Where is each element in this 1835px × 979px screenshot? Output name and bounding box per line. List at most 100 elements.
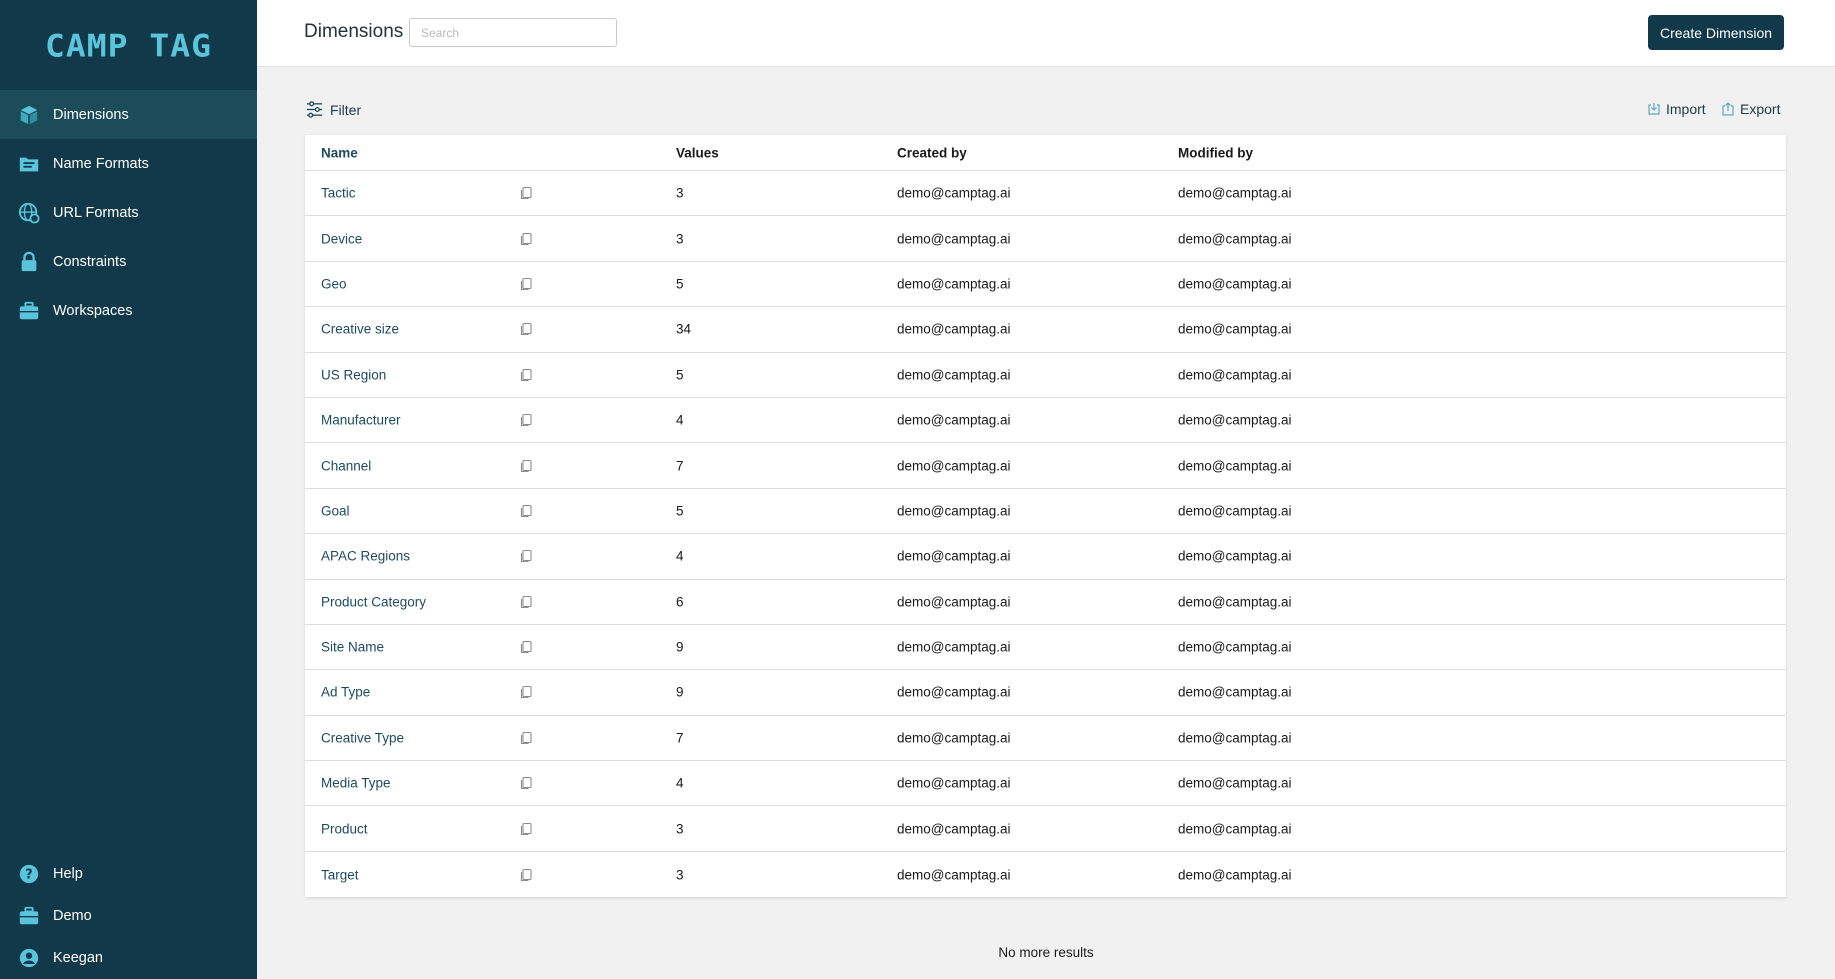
created-by: demo@camptag.ai [897, 503, 1011, 519]
copy-icon[interactable] [519, 549, 533, 563]
created-by: demo@camptag.ai [897, 412, 1011, 428]
dimension-name-link[interactable]: Media Type [321, 776, 391, 791]
copy-icon[interactable] [519, 822, 533, 836]
copy-icon[interactable] [519, 504, 533, 518]
dimension-name-link[interactable]: Creative Type [321, 730, 404, 745]
import-button[interactable]: Import [1647, 101, 1706, 117]
dimension-name-link[interactable]: Ad Type [321, 685, 370, 700]
export-button[interactable]: Export [1721, 101, 1780, 117]
values-count: 4 [676, 548, 684, 564]
sidebar-item-workspaces[interactable]: Workspaces [0, 286, 257, 335]
filter-button[interactable]: Filter [306, 101, 361, 118]
created-by: demo@camptag.ai [897, 276, 1011, 292]
sidebar: CAMP TAG Dimensions Name Formats URL For… [0, 0, 257, 979]
copy-icon[interactable] [519, 277, 533, 291]
dimension-name-link[interactable]: Site Name [321, 640, 384, 655]
copy-icon[interactable] [519, 459, 533, 473]
dimension-name-link[interactable]: Geo [321, 276, 347, 291]
create-dimension-button[interactable]: Create Dimension [1648, 15, 1784, 50]
table-row[interactable]: Channel 7 demo@camptag.ai demo@camptag.ai [305, 443, 1786, 489]
created-by: demo@camptag.ai [897, 231, 1011, 247]
dimension-name-link[interactable]: Goal [321, 503, 350, 518]
table-row[interactable]: Creative Type 7 demo@camptag.ai demo@campta… [305, 716, 1786, 762]
top-header: Dimensions Create Dimension [257, 0, 1835, 67]
folder-icon [17, 152, 41, 176]
created-by: demo@camptag.ai [897, 730, 1011, 746]
copy-icon[interactable] [519, 731, 533, 745]
dimension-name-link[interactable]: Creative size [321, 322, 399, 337]
column-header-modified-by[interactable]: Modified by [1178, 145, 1253, 160]
modified-by: demo@camptag.ai [1178, 548, 1292, 564]
copy-icon[interactable] [519, 776, 533, 790]
dimension-name-link[interactable]: Product [321, 821, 368, 836]
sidebar-item-dimensions[interactable]: Dimensions [0, 90, 257, 139]
copy-icon[interactable] [519, 640, 533, 654]
sidebar-item-label: Dimensions [53, 106, 129, 123]
copy-icon[interactable] [519, 685, 533, 699]
filter-label: Filter [330, 101, 362, 118]
table-row[interactable]: Ad Type 9 demo@camptag.ai demo@camptag.ai [305, 670, 1786, 716]
copy-icon[interactable] [519, 232, 533, 246]
table-row[interactable]: Media Type 4 demo@camptag.ai demo@camptag.a… [305, 761, 1786, 807]
search-input[interactable] [409, 18, 617, 47]
page-title: Dimensions [304, 21, 404, 42]
copy-icon[interactable] [519, 322, 533, 336]
sidebar-item-help[interactable]: ? Help [0, 853, 257, 895]
dimension-name-link[interactable]: Product Category [321, 594, 426, 609]
created-by: demo@camptag.ai [897, 321, 1011, 337]
sidebar-item-url-formats[interactable]: URL Formats [0, 188, 257, 237]
column-header-name[interactable]: Name [321, 145, 358, 160]
table-row[interactable]: Goal 5 demo@camptag.ai demo@camptag.ai [305, 489, 1786, 535]
sidebar-item-label: Name Formats [53, 155, 149, 172]
copy-icon[interactable] [519, 868, 533, 882]
copy-icon[interactable] [519, 595, 533, 609]
values-count: 6 [676, 594, 684, 610]
modified-by: demo@camptag.ai [1178, 730, 1292, 746]
modified-by: demo@camptag.ai [1178, 185, 1292, 201]
sidebar-item-workspace-demo[interactable]: Demo [0, 895, 257, 937]
sidebar-item-name-formats[interactable]: Name Formats [0, 139, 257, 188]
column-header-created-by[interactable]: Created by [897, 145, 967, 160]
table-header-row: Name Values Created by Modified by [305, 135, 1786, 171]
help-icon: ? [17, 862, 41, 886]
dimension-name-link[interactable]: US Region [321, 367, 386, 382]
copy-icon[interactable] [519, 368, 533, 382]
sidebar-item-user[interactable]: Keegan [0, 937, 257, 979]
table-body: Tactic 3 demo@camptag.ai demo@camptag.ai Dev… [305, 171, 1786, 897]
values-count: 7 [676, 730, 684, 746]
sidebar-item-label: URL Formats [53, 204, 139, 221]
user-icon [17, 946, 41, 970]
sidebar-item-label: Keegan [53, 950, 103, 966]
logo[interactable]: CAMP TAG [0, 0, 257, 90]
copy-icon[interactable] [519, 413, 533, 427]
dimension-name-link[interactable]: Tactic [321, 186, 356, 201]
table-row[interactable]: Product Category 6 demo@camptag.ai demo@cam… [305, 580, 1786, 625]
table-row[interactable]: Device 3 demo@camptag.ai demo@camptag.ai [305, 216, 1786, 262]
copy-icon[interactable] [519, 186, 533, 200]
column-header-values[interactable]: Values [676, 145, 719, 160]
table-row[interactable]: Target 3 demo@camptag.ai demo@camptag.ai [305, 852, 1786, 897]
created-by: demo@camptag.ai [897, 594, 1011, 610]
dimension-name-link[interactable]: Device [321, 231, 362, 246]
dimension-name-link[interactable]: APAC Regions [321, 549, 410, 564]
table-row[interactable]: Manufacturer 4 demo@camptag.ai demo@camptag… [305, 398, 1786, 444]
table-row[interactable]: Geo 5 demo@camptag.ai demo@camptag.ai [305, 262, 1786, 308]
dimension-name-link[interactable]: Target [321, 867, 359, 882]
table-row[interactable]: Product 3 demo@camptag.ai demo@camptag.ai [305, 806, 1786, 852]
table-row[interactable]: Tactic 3 demo@camptag.ai demo@camptag.ai [305, 171, 1786, 217]
logo-text: CAMP TAG [45, 26, 212, 64]
created-by: demo@camptag.ai [897, 775, 1011, 791]
modified-by: demo@camptag.ai [1178, 821, 1292, 837]
table-row[interactable]: APAC Regions 4 demo@camptag.ai demo@camptag… [305, 534, 1786, 580]
modified-by: demo@camptag.ai [1178, 367, 1292, 383]
table-row[interactable]: Site Name 9 demo@camptag.ai demo@camptag.ai [305, 625, 1786, 671]
table-row[interactable]: US Region 5 demo@camptag.ai demo@camptag.ai [305, 353, 1786, 398]
dimension-name-link[interactable]: Channel [321, 458, 371, 473]
values-count: 7 [676, 458, 684, 474]
dimension-name-link[interactable]: Manufacturer [321, 413, 401, 428]
sidebar-item-label: Help [53, 866, 83, 882]
table-row[interactable]: Creative size 34 demo@camptag.ai demo@campt… [305, 307, 1786, 353]
sidebar-item-constraints[interactable]: Constraints [0, 237, 257, 286]
sidebar-item-label: Constraints [53, 253, 127, 270]
modified-by: demo@camptag.ai [1178, 775, 1292, 791]
